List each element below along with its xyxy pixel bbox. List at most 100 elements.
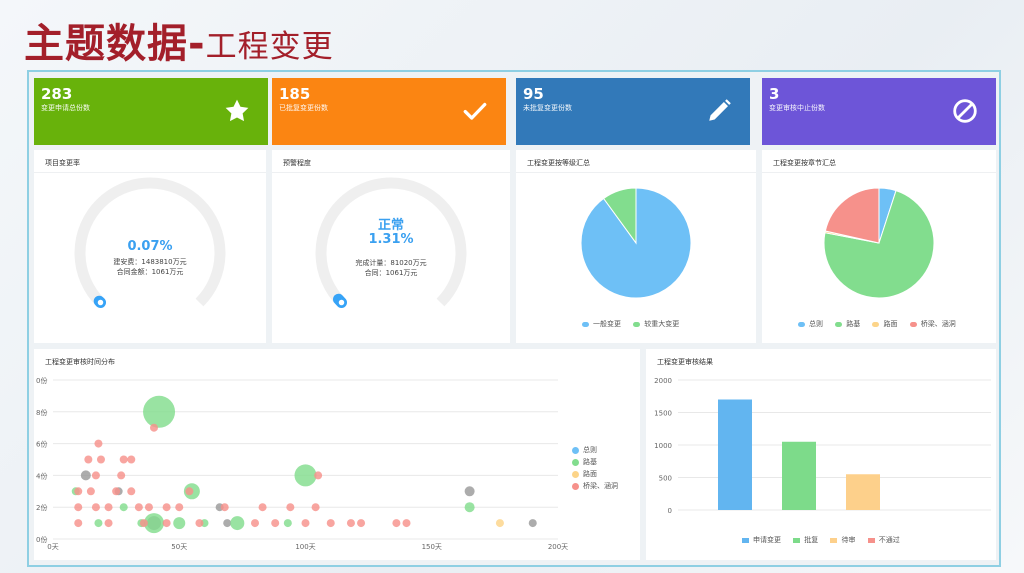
legend-item[interactable]: 桥梁、涵洞 [909, 319, 956, 329]
legend-item[interactable]: 一般变更 [582, 319, 621, 329]
ban-icon [953, 99, 977, 123]
scatter-point[interactable] [143, 395, 176, 428]
legend-item[interactable]: 路基 [835, 319, 860, 329]
scatter-point[interactable] [117, 471, 126, 480]
scatter-point[interactable] [286, 503, 295, 512]
legend-label: 批复 [804, 536, 819, 544]
scatter-point[interactable] [119, 455, 128, 464]
x-tick-label: 0天 [47, 543, 58, 551]
legend-label: 路面 [583, 470, 597, 478]
scatter-point[interactable] [294, 464, 317, 487]
scatter-point[interactable] [84, 455, 93, 464]
kpi-card-total[interactable]: 283 变更申请总份数 [34, 78, 268, 145]
scatter-point[interactable] [271, 519, 280, 528]
y-tick-label: 8份 [36, 408, 47, 417]
bar[interactable] [846, 474, 880, 510]
scatter-point[interactable] [314, 471, 323, 480]
scatter-point[interactable] [104, 519, 113, 528]
page-title-main: 主题数据- [24, 21, 206, 67]
scatter-point[interactable] [162, 503, 171, 512]
scatter-point[interactable] [104, 503, 113, 512]
scatter-point[interactable] [326, 519, 335, 528]
bar[interactable] [718, 399, 752, 511]
gauge-line1: 建安费：1483810万元 [113, 258, 187, 266]
page-title: 主题数据-工程变更 [24, 18, 334, 70]
scatter-chart: 0份2份4份6份8份0份0天 50天 100天 150天 200天 [36, 376, 568, 551]
scatter-point[interactable] [402, 519, 411, 528]
scatter-point[interactable] [150, 423, 158, 432]
legend-label: 桥梁、涵洞 [583, 482, 618, 490]
legend-label: 总则 [583, 446, 597, 454]
scatter-point[interactable] [464, 502, 475, 513]
legend-item[interactable]: 总则 [572, 444, 618, 456]
y-tick-label: 1000 [654, 442, 672, 450]
scatter-point[interactable] [96, 455, 105, 464]
gauge-status: 正常 [377, 218, 404, 233]
x-tick-label: 200天 [548, 543, 568, 551]
scatter-point[interactable] [220, 503, 229, 512]
y-tick-label: 0份 [36, 535, 47, 544]
y-tick-label: 0份 [36, 376, 47, 385]
scatter-point[interactable] [86, 487, 95, 496]
scatter-point[interactable] [134, 503, 143, 512]
scatter-point[interactable] [74, 487, 83, 496]
legend-item[interactable]: 路面 [572, 468, 618, 480]
scatter-point[interactable] [173, 517, 186, 530]
kpi-card-approved[interactable]: 185 已批复变更份数 [272, 78, 506, 145]
scatter-point[interactable] [175, 503, 184, 512]
scatter-point[interactable] [283, 519, 292, 528]
scatter-point[interactable] [528, 519, 537, 528]
bar[interactable] [782, 441, 816, 510]
scatter-legend: 总则 路基 路面 桥梁、涵洞 [572, 444, 618, 492]
scatter-point[interactable] [392, 519, 401, 528]
legend-item[interactable]: 申请变更 [742, 535, 781, 545]
scatter-point[interactable] [185, 487, 194, 496]
pie-panel-by-chapter: 工程变更按章节汇总 总则 路基 路面 桥梁、涵洞 [762, 150, 996, 343]
scatter-point[interactable] [346, 519, 355, 528]
pie-panel-by-grade: 工程变更按等级汇总 一般变更 较重大变更 [516, 150, 756, 343]
y-tick-label: 500 [659, 475, 672, 483]
scatter-point[interactable] [464, 486, 475, 497]
scatter-point[interactable] [258, 503, 267, 512]
scatter-point[interactable] [127, 455, 136, 464]
legend-item[interactable]: 桥梁、涵洞 [572, 480, 618, 492]
check-icon [463, 102, 487, 120]
scatter-point[interactable] [91, 471, 100, 480]
scatter-point[interactable] [162, 519, 171, 528]
scatter-point[interactable] [223, 519, 232, 528]
scatter-point[interactable] [311, 503, 320, 512]
scatter-point[interactable] [251, 519, 259, 528]
scatter-point[interactable] [80, 470, 91, 481]
scatter-point[interactable] [357, 519, 366, 528]
legend-item[interactable]: 不通过 [867, 535, 900, 545]
scatter-point[interactable] [144, 503, 153, 512]
scatter-point[interactable] [91, 503, 100, 512]
scatter-point[interactable] [112, 487, 121, 496]
scatter-point[interactable] [139, 519, 148, 528]
scatter-point[interactable] [301, 519, 310, 528]
scatter-point[interactable] [94, 439, 103, 448]
pie-chart [580, 187, 692, 299]
legend-item[interactable]: 较重大变更 [633, 319, 679, 329]
scatter-point[interactable] [119, 503, 128, 512]
scatter-point[interactable] [195, 519, 204, 528]
y-tick-label: 2000 [654, 377, 672, 385]
scatter-point[interactable] [230, 516, 245, 531]
legend-item[interactable]: 总则 [798, 319, 823, 329]
y-tick-label: 2份 [36, 503, 47, 512]
pencil-icon [709, 99, 731, 121]
scatter-point[interactable] [74, 503, 83, 512]
scatter-point[interactable] [495, 519, 504, 528]
scatter-point[interactable] [127, 487, 136, 496]
legend-label: 一般变更 [593, 320, 621, 328]
kpi-card-pending[interactable]: 95 未批复变更份数 [516, 78, 750, 145]
scatter-point[interactable] [74, 519, 83, 528]
legend-item[interactable]: 路基 [572, 456, 618, 468]
x-tick-label: 50天 [171, 543, 187, 551]
gauge-line2: 合同金额：1061万元 [116, 268, 184, 276]
legend-item[interactable]: 批复 [793, 535, 818, 545]
scatter-point[interactable] [94, 519, 103, 528]
legend-item[interactable]: 路面 [872, 319, 897, 329]
legend-item[interactable]: 待审 [830, 535, 855, 545]
kpi-card-terminated[interactable]: 3 变更审核中止份数 [762, 78, 996, 145]
